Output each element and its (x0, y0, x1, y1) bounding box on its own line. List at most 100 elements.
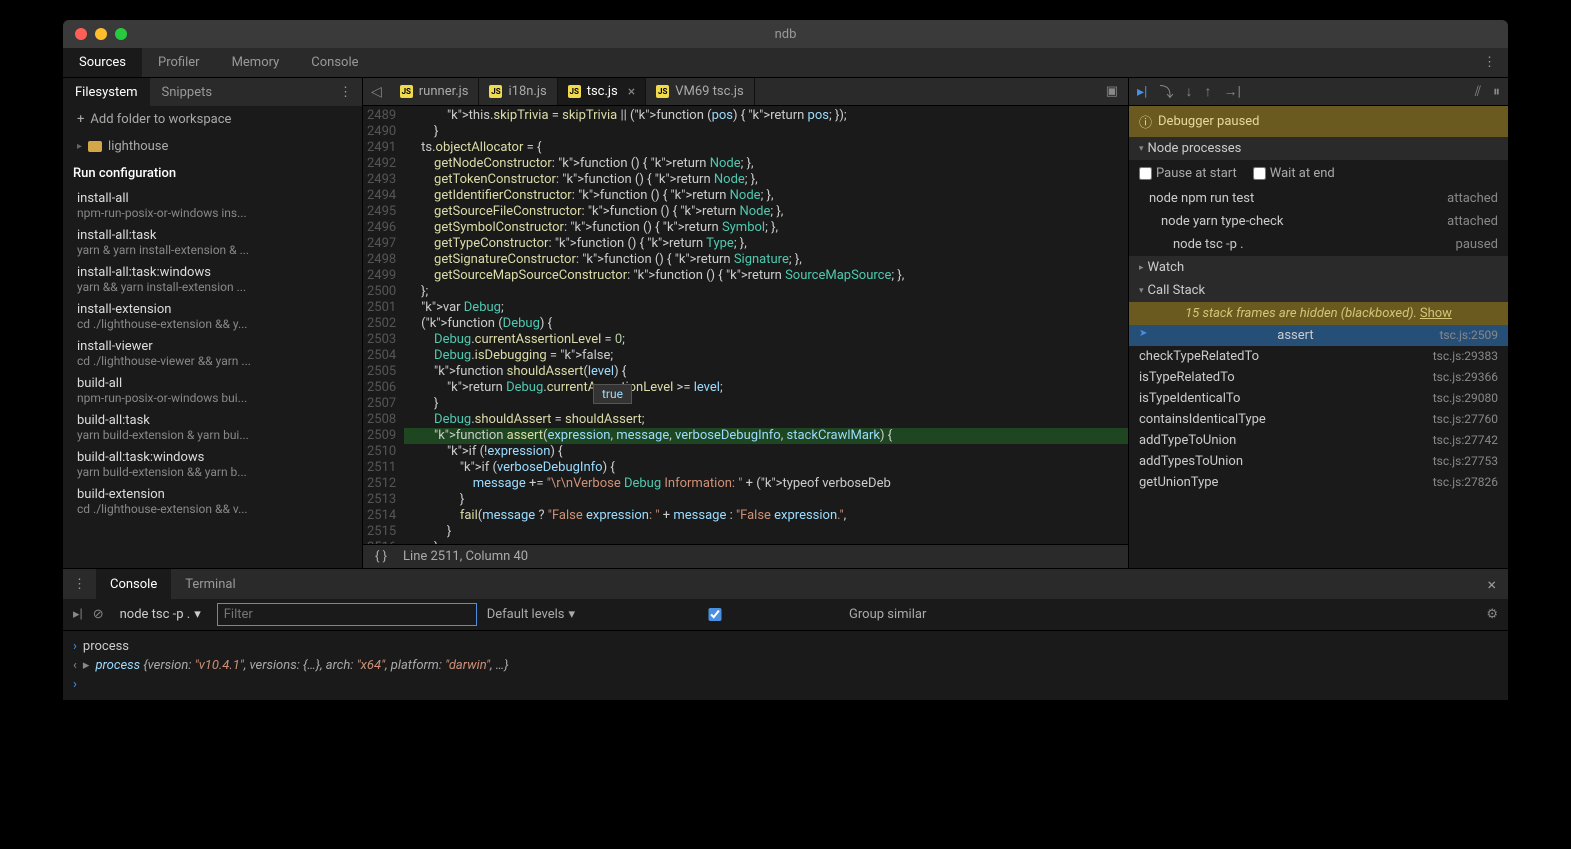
stack-frame[interactable]: containsIdenticalTypetsc.js:27760 (1129, 409, 1508, 430)
step-over-icon[interactable]: ⤵ (1159, 82, 1173, 102)
run-item[interactable]: install-all:taskyarn & yarn install-exte… (63, 224, 362, 261)
console-sidebar-toggle-icon[interactable]: ▸| (73, 607, 83, 622)
banner-text: Debugger paused (1158, 114, 1260, 129)
chevron-down-icon: ▾ (569, 607, 576, 622)
cursor-position: Line 2511, Column 40 (403, 549, 528, 564)
stack-frame[interactable]: getUnionTypetsc.js:27826 (1129, 472, 1508, 493)
output-arrow-icon: ‹ (73, 658, 77, 673)
console-drawer: ⋮ Console Terminal × ▸| ⊘ node tsc -p . … (63, 568, 1508, 700)
folder-lighthouse[interactable]: lighthouse (63, 133, 362, 160)
js-file-icon: JS (400, 85, 413, 98)
run-item[interactable]: build-all:taskyarn build-extension & yar… (63, 409, 362, 446)
add-folder-button[interactable]: + Add folder to workspace (63, 106, 362, 133)
editor-status-bar: { } Line 2511, Column 40 (363, 544, 1128, 568)
sidebar-menu-icon[interactable]: ⋮ (329, 85, 362, 100)
folder-icon (88, 141, 102, 152)
run-config-header: Run configuration (63, 160, 362, 187)
braces-icon[interactable]: { } (375, 549, 387, 564)
expand-editor-icon[interactable]: ▣ (1096, 84, 1128, 99)
run-item[interactable]: build-all:task:windowsyarn build-extensi… (63, 446, 362, 483)
tab-terminal[interactable]: Terminal (171, 569, 249, 599)
group-similar-checkbox[interactable]: Group similar (585, 607, 926, 622)
resume-icon[interactable]: ▸| (1137, 84, 1147, 100)
line-gutter: 2489249024912492249324942495249624972498… (363, 106, 404, 544)
file-tab[interactable]: JSVM69 tsc.js (646, 78, 754, 105)
debugger-paused-banner: ⓘ Debugger paused (1129, 106, 1508, 137)
js-file-icon: JS (568, 85, 581, 98)
console-output[interactable]: › process ‹ ▸ process {version: "v10.4.1", … (63, 631, 1508, 700)
hover-tooltip: true (593, 384, 632, 404)
deactivate-breakpoints-icon[interactable]: ⫽ (1475, 84, 1481, 100)
pause-on-exceptions-icon[interactable]: ⏸ (1493, 84, 1500, 100)
folder-label: lighthouse (108, 139, 168, 154)
file-tab[interactable]: JSrunner.js (390, 78, 480, 105)
stack-frame[interactable]: asserttsc.js:2509 (1129, 325, 1508, 346)
minimize-window-button[interactable] (95, 28, 107, 40)
file-tab[interactable]: JSi18n.js (479, 78, 557, 105)
input-arrow-icon: › (73, 639, 77, 654)
process-item[interactable]: node npm run testattached (1129, 187, 1508, 210)
tab-snippets[interactable]: Snippets (150, 78, 225, 106)
code-lines[interactable]: "k">this.skipTrivia = skipTrivia || ("k"… (404, 106, 1128, 544)
sidebar: Filesystem Snippets ⋮ + Add folder to wo… (63, 78, 363, 568)
tab-filesystem[interactable]: Filesystem (63, 78, 150, 106)
plus-icon: + (77, 112, 84, 127)
expand-object-icon[interactable]: ▸ (83, 658, 90, 673)
console-filter-input[interactable] (217, 603, 477, 626)
log-levels-selector[interactable]: Default levels ▾ (487, 607, 575, 622)
file-tab[interactable]: JStsc.js× (558, 78, 647, 105)
node-processes-header[interactable]: Node processes (1129, 137, 1508, 160)
run-item[interactable]: install-viewercd ./lighthouse-viewer && … (63, 335, 362, 372)
close-window-button[interactable] (75, 28, 87, 40)
process-item[interactable]: node tsc -p .paused (1129, 233, 1508, 256)
console-settings-icon[interactable]: ⚙ (1486, 607, 1498, 622)
console-menu-icon[interactable]: ⋮ (63, 577, 96, 592)
process-item[interactable]: node yarn type-checkattached (1129, 210, 1508, 233)
step-icon[interactable]: →| (1223, 83, 1240, 100)
stack-frame[interactable]: isTypeRelatedTotsc.js:29366 (1129, 367, 1508, 388)
main-tabs: Sources Profiler Memory Console ⋮ (63, 48, 1508, 78)
tab-sources[interactable]: Sources (63, 48, 142, 77)
run-item[interactable]: install-allnpm-run-posix-or-windows ins.… (63, 187, 362, 224)
editor: ◁ JSrunner.jsJSi18n.jsJStsc.js×JSVM69 ts… (363, 78, 1128, 568)
stack-frame[interactable]: isTypeIdenticalTotsc.js:29080 (1129, 388, 1508, 409)
wait-at-end-checkbox[interactable]: Wait at end (1253, 166, 1335, 181)
main-menu-icon[interactable]: ⋮ (1471, 55, 1508, 70)
chevron-down-icon: ▾ (194, 607, 201, 622)
tab-memory[interactable]: Memory (216, 48, 296, 77)
nav-back-icon[interactable]: ◁ (363, 84, 390, 100)
call-stack-header[interactable]: Call Stack (1129, 279, 1508, 302)
close-tab-icon[interactable]: × (628, 84, 635, 100)
tab-console[interactable]: Console (295, 48, 374, 77)
blackbox-show-link[interactable]: Show (1420, 306, 1452, 321)
console-output-line: process {version: "v10.4.1", versions: {… (95, 658, 508, 673)
run-item[interactable]: build-allnpm-run-posix-or-windows bui... (63, 372, 362, 409)
stack-frame[interactable]: addTypesToUniontsc.js:27753 (1129, 451, 1508, 472)
run-item[interactable]: install-all:task:windowsyarn && yarn ins… (63, 261, 362, 298)
console-input-line: process (83, 639, 129, 654)
tab-console-drawer[interactable]: Console (96, 569, 171, 599)
run-item[interactable]: install-extensioncd ./lighthouse-extensi… (63, 298, 362, 335)
watch-header[interactable]: Watch (1129, 256, 1508, 279)
debugger-panel: ▸| ⤵ ↓ ↑ →| ⫽ ⏸ ⓘ Debugger paused Node p… (1128, 78, 1508, 568)
blackbox-notice: 15 stack frames are hidden (blackboxed).… (1129, 302, 1508, 325)
code-area[interactable]: 2489249024912492249324942495249624972498… (363, 106, 1128, 544)
js-file-icon: JS (656, 85, 669, 98)
maximize-window-button[interactable] (115, 28, 127, 40)
titlebar: ndb (63, 20, 1508, 48)
info-icon: ⓘ (1139, 112, 1152, 131)
execution-context-selector[interactable]: node tsc -p . ▾ (114, 605, 207, 624)
close-drawer-icon[interactable]: × (1475, 575, 1508, 594)
step-into-icon[interactable]: ↓ (1185, 83, 1192, 100)
add-folder-label: Add folder to workspace (90, 112, 231, 127)
js-file-icon: JS (489, 85, 502, 98)
pause-at-start-checkbox[interactable]: Pause at start (1139, 166, 1237, 181)
input-prompt-icon[interactable]: › (73, 677, 77, 692)
stack-frame[interactable]: addTypeToUniontsc.js:27742 (1129, 430, 1508, 451)
clear-console-icon[interactable]: ⊘ (93, 607, 104, 622)
step-out-icon[interactable]: ↑ (1204, 83, 1211, 100)
stack-frame[interactable]: checkTypeRelatedTotsc.js:29383 (1129, 346, 1508, 367)
tab-profiler[interactable]: Profiler (142, 48, 216, 77)
window-title: ndb (775, 27, 797, 42)
run-item[interactable]: build-extensioncd ./lighthouse-extension… (63, 483, 362, 520)
